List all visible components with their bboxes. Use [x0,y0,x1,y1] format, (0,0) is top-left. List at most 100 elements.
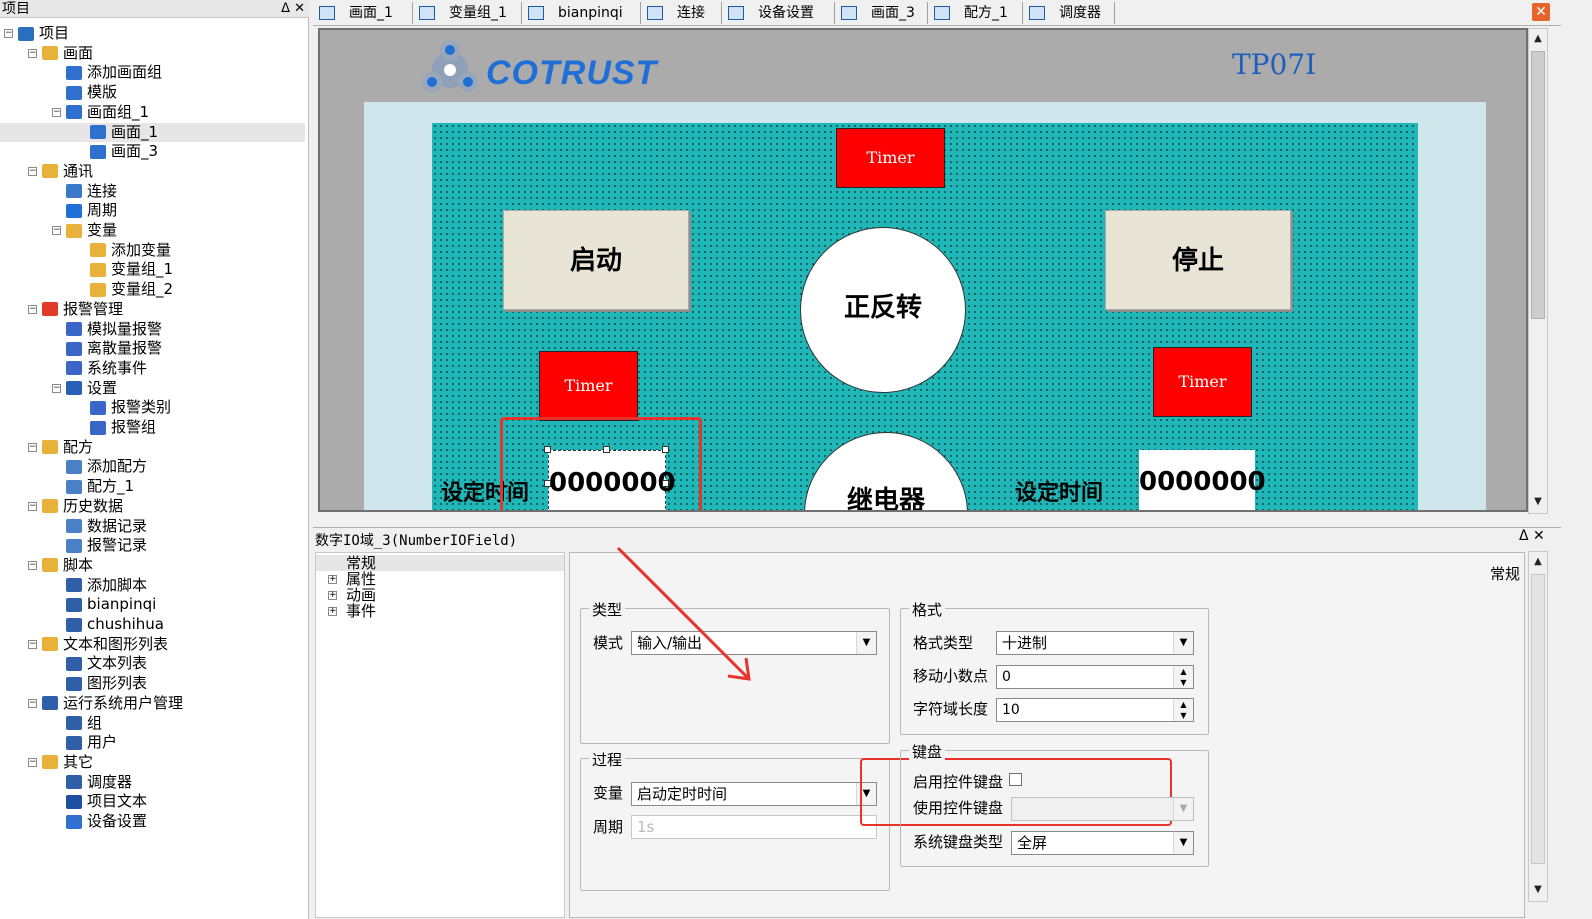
scroll-up-arrow-icon[interactable]: ▲ [1531,32,1545,46]
property-vertical-scrollbar[interactable]: ▲ ▼ [1528,551,1548,902]
collapse-toggle-icon[interactable]: − [28,501,37,511]
collapse-toggle-icon[interactable]: − [28,560,37,570]
tree-item-35[interactable]: − 运行系统用户管理 [28,694,183,713]
enable-keyboard-checkbox[interactable] [1009,773,1022,786]
tree-item-39[interactable]: 调度器 [52,773,132,792]
tree-item-33[interactable]: 文本列表 [52,654,147,673]
tree-item-30[interactable]: bianpinqi [52,595,156,614]
tab-1[interactable]: 画面_1 [313,2,413,24]
tree-item-27[interactable]: 报警记录 [52,536,147,555]
variable-select[interactable]: 启动定时时间 ▼ [631,782,877,806]
direction-indicator[interactable]: 正反转 [800,227,966,393]
tree-item-32[interactable]: − 文本和图形列表 [28,635,168,654]
collapse-toggle-icon[interactable]: − [52,383,61,393]
timer-left[interactable]: Timer [539,351,638,421]
tree-item-19[interactable]: − 设置 [52,379,117,398]
cycle-select[interactable]: 1s [631,815,877,839]
tree-item-37[interactable]: 用户 [52,733,117,752]
tab-4[interactable]: 连接 [641,2,722,24]
scroll-up-arrow-icon[interactable]: ▲ [1531,555,1545,569]
collapse-toggle-icon[interactable]: − [28,48,37,58]
tree-item-12[interactable]: 添加变量 [76,241,171,260]
scroll-down-arrow-icon[interactable]: ▼ [1531,883,1545,897]
tree-item-41[interactable]: 设备设置 [52,812,147,831]
use-keyboard-select[interactable]: ▼ [1011,797,1194,821]
timer-top[interactable]: Timer [836,128,945,188]
tree-item-10[interactable]: 周期 [52,201,117,220]
tree-item-34[interactable]: 图形列表 [52,674,147,693]
property-category-1[interactable]: 常规 [316,555,564,571]
format-type-select[interactable]: 十进制 ▼ [996,631,1194,655]
timer-right[interactable]: Timer [1153,347,1252,417]
property-category-4[interactable]: + 事件 [328,603,376,619]
tree-item-17[interactable]: 离散量报警 [52,339,162,358]
tree-item-40[interactable]: 项目文本 [52,792,147,811]
tree-item-15[interactable]: − 报警管理 [28,300,123,319]
tree-item-21[interactable]: 报警组 [76,418,156,437]
tab-5[interactable]: 设备设置 [722,2,835,24]
collapse-toggle-icon[interactable]: − [28,698,37,708]
tree-item-26[interactable]: 数据记录 [52,517,147,536]
collapse-toggle-icon[interactable]: − [28,639,37,649]
tree-item-9[interactable]: 连接 [52,182,117,201]
tree-item-1[interactable]: − 项目 [4,24,69,43]
expand-toggle-icon[interactable]: + [328,575,337,584]
chevron-down-icon[interactable]: ▼ [856,632,876,654]
chevron-down-icon[interactable]: ▼ [1173,832,1193,854]
tree-item-31[interactable]: chushihua [52,615,164,634]
collapse-toggle-icon[interactable]: − [28,166,37,176]
editor-vertical-scrollbar[interactable]: ▲ ▼ [1528,28,1548,514]
tree-item-38[interactable]: − 其它 [28,753,93,772]
panel-float-close-buttons[interactable]: ᐃ ✕ [281,0,305,18]
tree-item-7[interactable]: 画面_3 [76,142,158,161]
property-category-3[interactable]: + 动画 [328,587,376,603]
tree-item-20[interactable]: 报警类别 [76,398,171,417]
tree-item-29[interactable]: 添加脚本 [52,576,147,595]
expand-toggle-icon[interactable]: + [328,607,337,616]
tab-2[interactable]: 变量组_1 [413,2,522,24]
tab-3[interactable]: bianpinqi [522,2,641,24]
collapse-toggle-icon[interactable]: − [4,29,13,38]
tree-item-28[interactable]: − 脚本 [28,556,93,575]
tree-item-5[interactable]: − 画面组_1 [52,103,149,122]
tree-item-23[interactable]: 添加配方 [52,457,147,476]
spinner-arrows-icon[interactable]: ▲ ▼ [1173,666,1193,688]
tree-item-3[interactable]: 添加画面组 [52,63,162,82]
expand-toggle-icon[interactable]: + [328,591,337,600]
field-length-spinner[interactable]: 10 ▲ ▼ [996,698,1194,722]
collapse-toggle-icon[interactable]: − [52,226,61,235]
tab-8[interactable]: 调度器 [1023,2,1115,24]
tree-item-11[interactable]: − 变量 [52,221,117,240]
property-pane-float-close-buttons[interactable]: ᐃ ✕ [1519,528,1545,544]
tree-item-14[interactable]: 变量组_2 [76,280,173,299]
stop-button[interactable]: 停止 [1105,210,1291,310]
tree-item-4[interactable]: 模版 [52,83,117,102]
chevron-down-icon[interactable]: ▼ [1173,632,1193,654]
tree-item-6[interactable]: 画面_1 [0,122,305,142]
collapse-toggle-icon[interactable]: − [52,107,61,117]
property-category-2[interactable]: + 属性 [328,571,376,587]
tree-item-22[interactable]: − 配方 [28,438,93,457]
collapse-toggle-icon[interactable]: − [28,757,37,767]
chevron-down-icon[interactable]: ▼ [1173,798,1193,820]
collapse-toggle-icon[interactable]: − [28,304,37,314]
tree-item-18[interactable]: 系统事件 [52,359,147,378]
tree-item-24[interactable]: 配方_1 [52,477,134,496]
tree-item-25[interactable]: − 历史数据 [28,497,123,516]
tree-item-8[interactable]: − 通讯 [28,162,93,181]
tree-item-2[interactable]: − 画面 [28,44,93,63]
start-button[interactable]: 启动 [503,210,689,310]
spinner-arrows-icon[interactable]: ▲ ▼ [1173,699,1193,721]
tree-item-36[interactable]: 组 [52,714,102,733]
tab-6[interactable]: 画面_3 [835,2,928,24]
system-keyboard-select[interactable]: 全屏 ▼ [1011,831,1194,855]
close-editor-button[interactable]: ✕ [1532,3,1550,21]
tree-item-13[interactable]: 变量组_1 [76,260,173,279]
scroll-down-arrow-icon[interactable]: ▼ [1531,495,1545,509]
tree-item-16[interactable]: 模拟量报警 [52,320,162,339]
screen-editor[interactable]: COTRUST TP07I Timer 启动 停止 正反转 Timer Time… [318,28,1528,512]
collapse-toggle-icon[interactable]: − [28,442,37,452]
scroll-thumb[interactable] [1531,574,1545,864]
shift-decimal-spinner[interactable]: 0 ▲ ▼ [996,665,1194,689]
scroll-thumb[interactable] [1531,51,1545,319]
